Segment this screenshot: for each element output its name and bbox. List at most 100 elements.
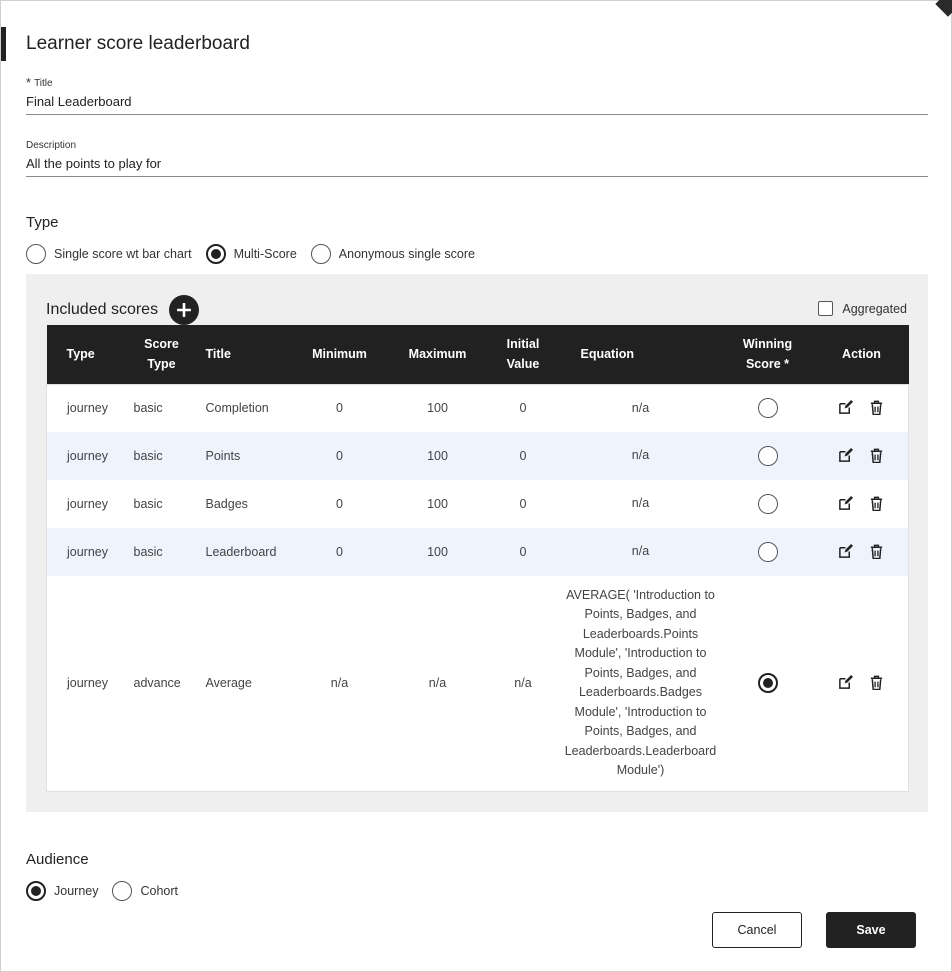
edit-icon[interactable] [837,494,855,512]
cell-score-type: basic [133,449,163,463]
radio-button[interactable] [26,244,46,264]
trash-icon[interactable] [868,494,886,512]
col-header-minimum: Minimum [312,347,367,362]
cell-action [815,480,909,528]
radio-button[interactable] [112,881,133,901]
aggregated-toggle[interactable]: Aggregated [818,301,907,316]
winning-score-radio-selected[interactable] [757,673,778,694]
audience-radio-group: Journey Cohort [26,881,192,901]
radio-button-selected[interactable] [205,244,226,264]
type-radio-group: Single score wt bar chart Multi-Score An… [26,244,489,264]
table-row: journey basic Completion 0 100 0 n/a [46,384,909,432]
cell-minimum: n/a [330,676,349,691]
trash-icon[interactable] [868,674,886,692]
trash-icon[interactable] [868,399,886,417]
radio-button[interactable] [310,244,331,264]
cell-initial-value: n/a [514,676,532,691]
cell-title: Badges [205,497,248,511]
table-row: journey basic Points 0 100 0 n/a [46,432,909,480]
cell-title: Leaderboard [205,545,277,559]
dialog-title: Learner score leaderboard [26,33,250,54]
cell-equation: n/a [631,448,650,463]
cell-maximum: 100 [427,545,448,559]
col-header-title: Title [205,347,231,362]
radio-label: Single score wt bar chart [54,247,192,261]
col-header-initial-value: Initial Value [506,337,540,372]
cell-action [815,528,909,576]
col-header-action: Action [842,347,881,362]
type-option-multi-score[interactable]: Multi-Score [205,244,297,264]
cell-winning-score [721,576,815,791]
cell-maximum: 100 [427,449,448,463]
col-header-maximum: Maximum [408,347,467,362]
winning-score-radio[interactable] [757,542,778,562]
cell-minimum: 0 [336,545,343,559]
cell-type: journey [67,401,108,416]
aggregated-label: Aggregated [842,301,907,316]
cell-maximum: 100 [427,497,448,511]
cell-winning-score [721,432,815,480]
cell-score-type: basic [133,497,163,511]
close-corner-icon[interactable] [935,0,952,17]
cell-winning-score [721,480,815,528]
cancel-button[interactable]: Cancel [712,912,802,948]
included-scores-panel: Included scores Aggregated Type Score Typ… [26,274,928,812]
save-button[interactable]: Save [826,912,916,948]
cell-minimum: 0 [336,497,343,511]
description-field[interactable]: Description All the points to play for [26,140,928,177]
cell-title: Average [205,676,252,691]
table-row: journey advance Average n/a n/a n/a AVERAGE( '… [46,576,909,791]
radio-label: Anonymous single score [338,247,475,261]
trash-icon[interactable] [868,446,886,464]
table-row: journey basic Leaderboard 0 100 0 n/a [46,528,909,576]
cell-action [815,384,909,432]
table-row: journey basic Badges 0 100 0 n/a [46,480,909,528]
cell-maximum: n/a [428,676,447,691]
cell-score-type: advance [133,676,181,691]
edit-icon[interactable] [837,674,855,692]
description-input[interactable]: All the points to play for [26,156,928,176]
edit-icon[interactable] [837,446,855,464]
trash-icon[interactable] [868,542,886,560]
radio-label: Journey [54,884,99,898]
cell-title: Points [205,449,241,463]
type-option-single-score[interactable]: Single score wt bar chart [26,244,192,264]
col-header-equation: Equation [580,347,634,362]
type-label: Type [26,214,59,231]
title-field[interactable]: * Title Final Leaderboard [26,75,928,115]
col-header-winning-score: Winning Score * [742,337,793,372]
cell-equation: n/a [631,400,650,415]
cell-maximum: 100 [427,401,448,416]
cell-initial-value: 0 [519,497,527,511]
winning-score-radio[interactable] [757,398,778,419]
audience-option-cohort[interactable]: Cohort [112,881,178,901]
cell-type: journey [67,545,108,559]
cell-equation: n/a [631,544,650,559]
cell-winning-score [721,528,815,576]
required-mark: * [26,75,32,90]
scores-table: Type Score Type Title Minimum Maximum Ini… [46,325,909,792]
col-header-score-type: Score Type [144,337,179,372]
cell-minimum: 0 [336,449,343,463]
radio-label: Cohort [140,884,179,898]
cell-type: journey [67,676,108,691]
cell-winning-score [721,384,815,432]
add-score-button[interactable] [169,295,199,325]
cell-score-type: basic [133,401,163,416]
table-header-row: Type Score Type Title Minimum Maximum Ini… [46,325,909,384]
edit-icon[interactable] [837,542,855,560]
cell-initial-value: 0 [519,401,527,416]
winning-score-radio[interactable] [757,446,778,466]
audience-option-journey[interactable]: Journey [26,881,98,901]
radio-label: Multi-Score [233,247,297,261]
leaderboard-dialog: Learner score leaderboard * Title Final … [0,0,952,972]
title-input[interactable]: Final Leaderboard [26,94,928,114]
aggregated-checkbox[interactable] [818,301,834,316]
winning-score-radio[interactable] [757,494,778,514]
edit-icon[interactable] [837,399,855,417]
radio-button-selected[interactable] [26,881,46,901]
title-accent-bar [1,27,6,61]
cell-type: journey [67,497,108,511]
type-option-anonymous[interactable]: Anonymous single score [310,244,475,264]
title-label-row: * Title [26,75,928,90]
